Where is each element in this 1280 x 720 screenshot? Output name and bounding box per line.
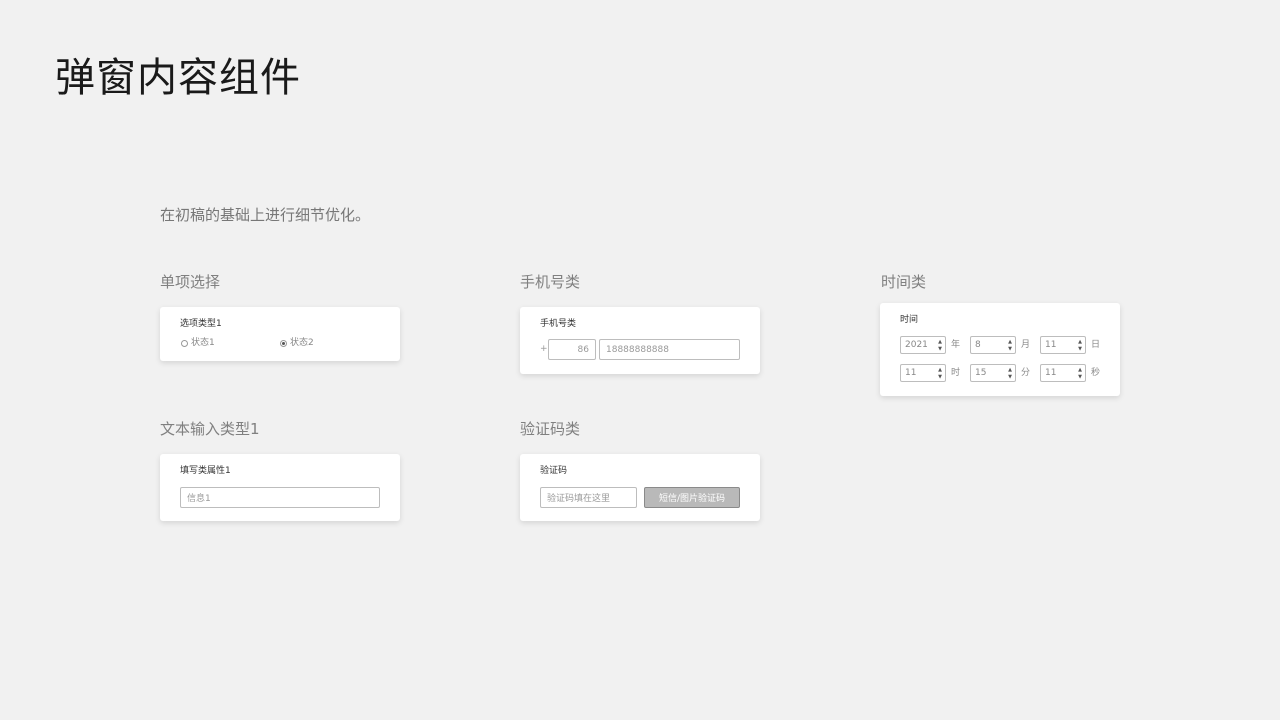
hour-spinner[interactable]: 11 ▲ ▼ [900,364,946,382]
phone-card-label: 手机号类 [540,319,577,329]
radio-card-label: 选项类型1 [180,319,222,329]
month-spinner[interactable]: 8 ▲ ▼ [970,336,1016,354]
captcha-card: 验证码 验证码填在这里 短信/图片验证码 [520,454,760,521]
spin-up-icon[interactable]: ▲ [1007,339,1013,345]
get-captcha-button[interactable]: 短信/图片验证码 [644,487,740,508]
month-unit: 月 [1021,340,1031,350]
minute-spinner[interactable]: 15 ▲ ▼ [970,364,1016,382]
radio-option-1[interactable]: 状态1 [181,337,215,349]
spin-down-icon[interactable]: ▼ [937,374,943,380]
year-unit: 年 [951,340,961,350]
day-spinner[interactable]: 11 ▲ ▼ [1040,336,1086,354]
radio-card: 选项类型1 状态1 状态2 [160,307,400,361]
phone-section-heading: 手机号类 [520,273,581,291]
time-section-heading: 时间类 [881,273,927,291]
info-text-input[interactable]: 信息1 [180,487,380,508]
minute-value: 15 [975,368,987,378]
spin-down-icon[interactable]: ▼ [937,346,943,352]
text-card-label: 填写类属性1 [180,466,231,476]
radio-option-2-label: 状态2 [290,338,314,348]
second-value: 11 [1045,368,1057,378]
second-unit: 秒 [1091,368,1101,378]
page-title: 弹窗内容组件 [55,55,301,101]
text-card: 填写类属性1 信息1 [160,454,400,521]
phone-number-input[interactable]: 18888888888 [599,339,740,360]
spin-up-icon[interactable]: ▲ [937,367,943,373]
hour-unit: 时 [951,368,961,378]
radio-checked-icon [280,339,287,347]
captcha-section-heading: 验证码类 [520,420,581,438]
captcha-input[interactable]: 验证码填在这里 [540,487,637,508]
spin-down-icon[interactable]: ▼ [1077,374,1083,380]
day-value: 11 [1045,340,1057,350]
minute-unit: 分 [1021,368,1031,378]
spin-up-icon[interactable]: ▲ [1077,339,1083,345]
hour-value: 11 [905,368,917,378]
radio-option-1-label: 状态1 [191,338,215,348]
spin-down-icon[interactable]: ▼ [1007,346,1013,352]
radio-option-2[interactable]: 状态2 [280,337,314,349]
radio-unchecked-icon [181,339,188,347]
spin-up-icon[interactable]: ▲ [937,339,943,345]
captcha-card-label: 验证码 [540,466,568,476]
country-code-input[interactable]: 86 [548,339,596,360]
year-spinner[interactable]: 2021 ▲ ▼ [900,336,946,354]
year-value: 2021 [905,340,928,350]
page-subtitle: 在初稿的基础上进行细节优化。 [160,206,371,224]
second-spinner[interactable]: 11 ▲ ▼ [1040,364,1086,382]
day-unit: 日 [1091,340,1101,350]
spin-down-icon[interactable]: ▼ [1007,374,1013,380]
time-card-label: 时间 [900,315,919,325]
time-card: 时间 2021 ▲ ▼ 年 8 ▲ ▼ 月 11 ▲ ▼ 日 11 ▲ ▼ 时 15 ▲… [880,303,1120,396]
spin-up-icon[interactable]: ▲ [1077,367,1083,373]
text-section-heading: 文本输入类型1 [160,420,260,438]
radio-section-heading: 单项选择 [160,273,221,291]
plus-prefix: + [540,344,548,354]
spin-up-icon[interactable]: ▲ [1007,367,1013,373]
spin-down-icon[interactable]: ▼ [1077,346,1083,352]
month-value: 8 [975,340,981,350]
phone-card: 手机号类 + 86 18888888888 [520,307,760,374]
